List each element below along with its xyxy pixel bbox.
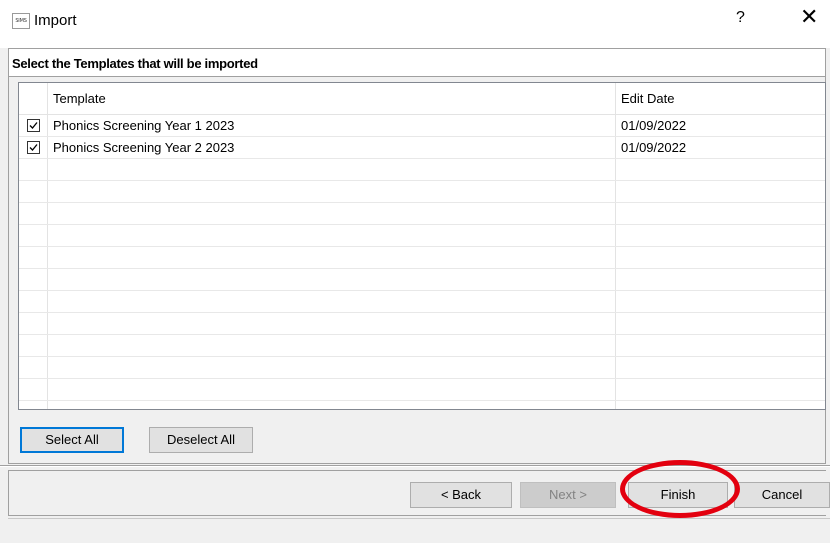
status-bar [8,518,830,543]
cancel-button[interactable]: Cancel [734,482,830,508]
empty-row [19,379,825,401]
title-bar: SIMS Import ? ✕ [0,0,830,48]
row-checkbox[interactable] [27,141,40,154]
deselect-all-button[interactable]: Deselect All [149,427,253,453]
select-all-button[interactable]: Select All [20,427,124,453]
finish-button[interactable]: Finish [628,482,728,508]
empty-row [19,335,825,357]
window-title: Import [34,12,77,29]
empty-row [19,247,825,269]
grid-header: Template Edit Date [19,83,825,115]
divider [0,465,830,467]
column-header-template[interactable]: Template [53,91,106,106]
edit-date: 01/09/2022 [621,118,687,133]
empty-row [19,357,825,379]
empty-row [19,181,825,203]
check-icon [29,144,38,151]
back-button[interactable]: < Back [410,482,512,508]
table-row[interactable]: Phonics Screening Year 2 2023 01/09/2022 [19,137,825,159]
help-button[interactable]: ? [736,9,745,27]
check-icon [29,122,38,129]
section-title: Select the Templates that will be import… [12,56,258,71]
empty-row [19,159,825,181]
column-header-edit-date[interactable]: Edit Date [621,91,674,106]
section-header: Select the Templates that will be import… [8,48,826,76]
template-name: Phonics Screening Year 1 2023 [53,118,235,133]
sims-app-icon: SIMS [12,13,30,29]
empty-row [19,225,825,247]
edit-date: 01/09/2022 [621,140,687,155]
templates-grid[interactable]: Template Edit Date Phonics Screening Yea… [18,82,826,410]
close-button[interactable]: ✕ [800,6,818,28]
empty-row [19,291,825,313]
template-name: Phonics Screening Year 2 2023 [53,140,235,155]
table-row[interactable]: Phonics Screening Year 1 2023 01/09/2022 [19,115,825,137]
empty-row [19,313,825,335]
next-button[interactable]: Next > [520,482,616,508]
empty-row [19,203,825,225]
row-checkbox[interactable] [27,119,40,132]
empty-row [19,269,825,291]
